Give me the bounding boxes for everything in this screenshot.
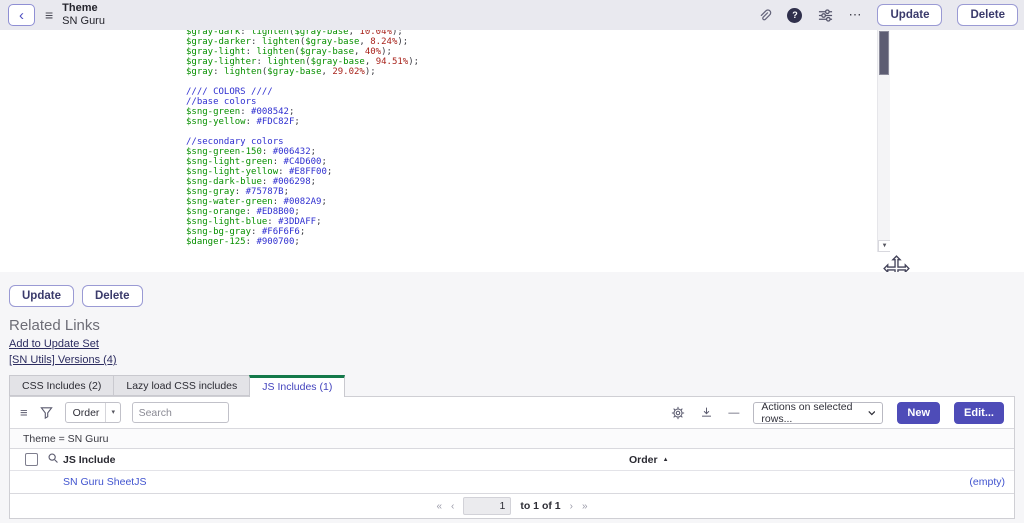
related-links-heading: Related Links <box>9 317 1015 334</box>
sort-ascending-icon: ▲ <box>663 457 669 463</box>
list-search-input[interactable] <box>132 402 229 423</box>
pagination-label: to 1 of 1 <box>520 500 560 512</box>
form-header: ‹ ≡ Theme SN Guru ? ⋯ Update Del <box>0 0 1024 30</box>
table-header-row: JS Include Order ▲ <box>10 448 1014 470</box>
table-row: SN Guru SheetJS (empty) <box>10 470 1014 493</box>
help-icon[interactable]: ? <box>787 8 802 23</box>
export-download-icon[interactable] <box>699 405 714 420</box>
servicenow-theme-page: ‹ ≡ Theme SN Guru ? ⋯ Update Del <box>0 0 1024 523</box>
form-header-actions: ? ⋯ Update Delete <box>756 4 1018 26</box>
record-name: SN Guru <box>62 15 105 28</box>
page-title: Theme <box>62 2 105 15</box>
code-lines: $gray-dark: lighten($gray-base, 10.04%);… <box>186 30 876 247</box>
related-list-tabs: CSS Includes (2) Lazy load CSS includes … <box>9 375 1015 396</box>
js-include-record-link[interactable]: SN Guru SheetJS <box>63 476 146 488</box>
chevron-down-icon <box>868 410 876 416</box>
scroll-down-icon: ▼ <box>883 241 887 251</box>
context-menu-icon[interactable]: ≡ <box>45 7 53 23</box>
page-number-input[interactable] <box>463 497 511 515</box>
code-editor[interactable]: $gray-dark: lighten($gray-base, 10.04%);… <box>183 30 890 252</box>
row-js-include-cell: SN Guru SheetJS <box>63 476 629 488</box>
personalize-sliders-icon[interactable] <box>817 7 833 23</box>
js-include-header-label: JS Include <box>63 454 116 466</box>
add-to-update-set-link[interactable]: Add to Update Set <box>9 338 99 350</box>
delete-button-bottom[interactable]: Delete <box>82 285 143 307</box>
search-field-value: Order <box>73 407 100 419</box>
back-chevron-icon: ‹ <box>19 8 24 23</box>
list-breadcrumb-row: Theme = SN Guru <box>10 428 1014 448</box>
select-column-header <box>10 452 63 467</box>
scrollbar-thumb[interactable] <box>879 31 889 75</box>
form-action-buttons: Update Delete <box>9 285 1015 307</box>
previous-page-icon[interactable]: ‹ <box>451 501 454 512</box>
attachment-paperclip-icon[interactable] <box>756 7 772 23</box>
form-lower-section: Update Delete Related Links Add to Updat… <box>0 272 1024 523</box>
last-page-icon[interactable]: » <box>582 501 588 512</box>
update-button-bottom[interactable]: Update <box>9 285 74 307</box>
column-header-order[interactable]: Order ▲ <box>629 454 1014 466</box>
list-toolbar: ≡ Order ▾ <box>10 397 1014 428</box>
new-button[interactable]: New <box>897 402 940 424</box>
select-all-checkbox[interactable] <box>25 453 38 466</box>
first-page-icon[interactable]: « <box>436 501 442 512</box>
js-includes-list: ≡ Order ▾ <box>9 396 1015 519</box>
search-field-select[interactable]: Order ▾ <box>65 402 121 423</box>
record-title-block: Theme SN Guru <box>62 2 105 27</box>
list-menu-icon[interactable]: ≡ <box>20 405 28 420</box>
actions-select-value: Actions on selected rows... <box>761 401 867 425</box>
list-toolbar-right: — Actions on selected rows... New Edit..… <box>670 402 1004 424</box>
column-header-js-include[interactable]: JS Include <box>63 454 629 466</box>
versions-link[interactable]: [SN Utils] Versions (4) <box>9 354 117 366</box>
back-button[interactable]: ‹ <box>8 4 35 26</box>
search-row-icon[interactable] <box>47 452 59 467</box>
update-button[interactable]: Update <box>877 4 942 26</box>
delete-button[interactable]: Delete <box>957 4 1018 26</box>
breadcrumb[interactable]: Theme = SN Guru <box>23 433 109 445</box>
order-header-label: Order <box>629 454 658 466</box>
tab-js-includes[interactable]: JS Includes (1) <box>249 375 345 397</box>
scroll-down-button[interactable]: ▼ <box>878 240 890 252</box>
row-order-cell: (empty) <box>629 476 1014 488</box>
edit-button[interactable]: Edit... <box>954 402 1004 424</box>
editor-scrollbar[interactable]: ▼ <box>877 30 890 252</box>
actions-on-selected-rows-select[interactable]: Actions on selected rows... <box>753 402 883 424</box>
more-options-icon[interactable]: ⋯ <box>848 7 862 23</box>
collapse-minus-icon[interactable]: — <box>728 407 739 419</box>
gear-icon[interactable] <box>670 405 685 420</box>
chevron-down-icon: ▾ <box>105 403 115 422</box>
order-empty-value[interactable]: (empty) <box>969 476 1005 488</box>
next-page-icon[interactable]: › <box>570 501 573 512</box>
tab-css-includes[interactable]: CSS Includes (2) <box>9 375 113 396</box>
list-pagination: « ‹ to 1 of 1 › » <box>10 493 1014 518</box>
tab-lazy-load-css-includes[interactable]: Lazy load CSS includes <box>113 375 249 396</box>
filter-funnel-icon[interactable] <box>39 405 54 420</box>
